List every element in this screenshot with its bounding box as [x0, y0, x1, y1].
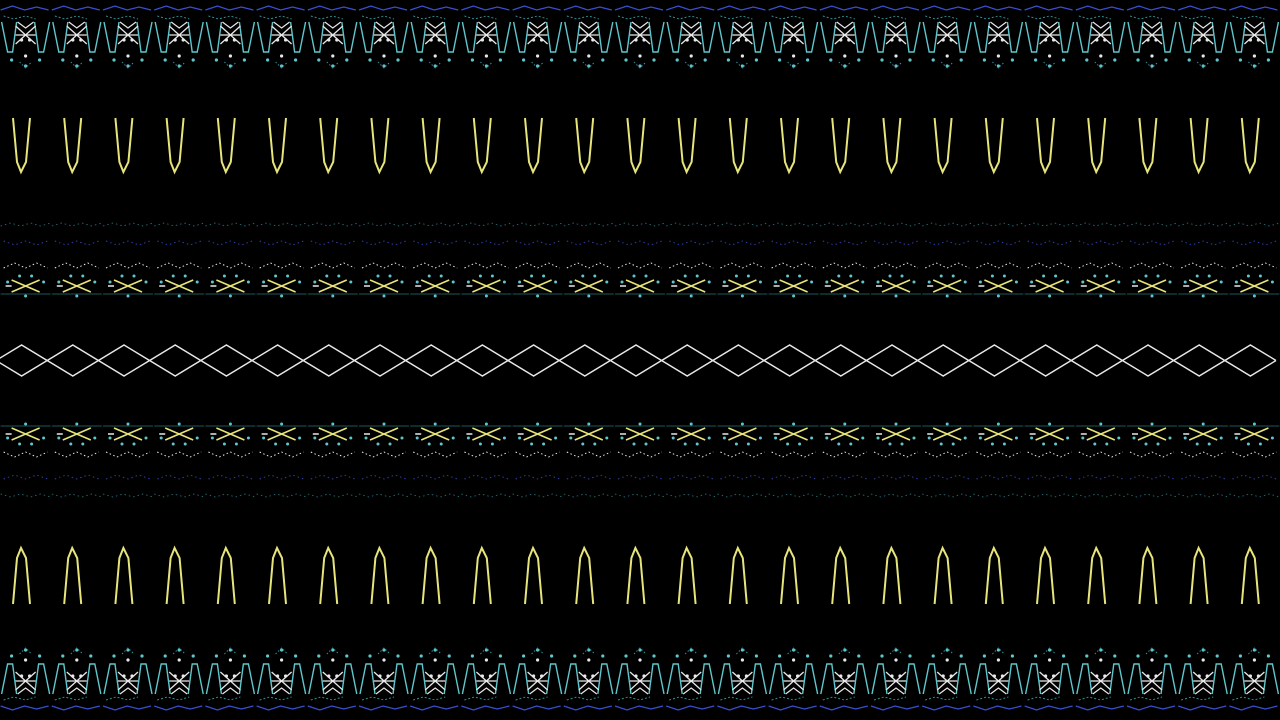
background [0, 0, 1280, 720]
kaleidoscope-pattern-canvas [0, 0, 1280, 720]
